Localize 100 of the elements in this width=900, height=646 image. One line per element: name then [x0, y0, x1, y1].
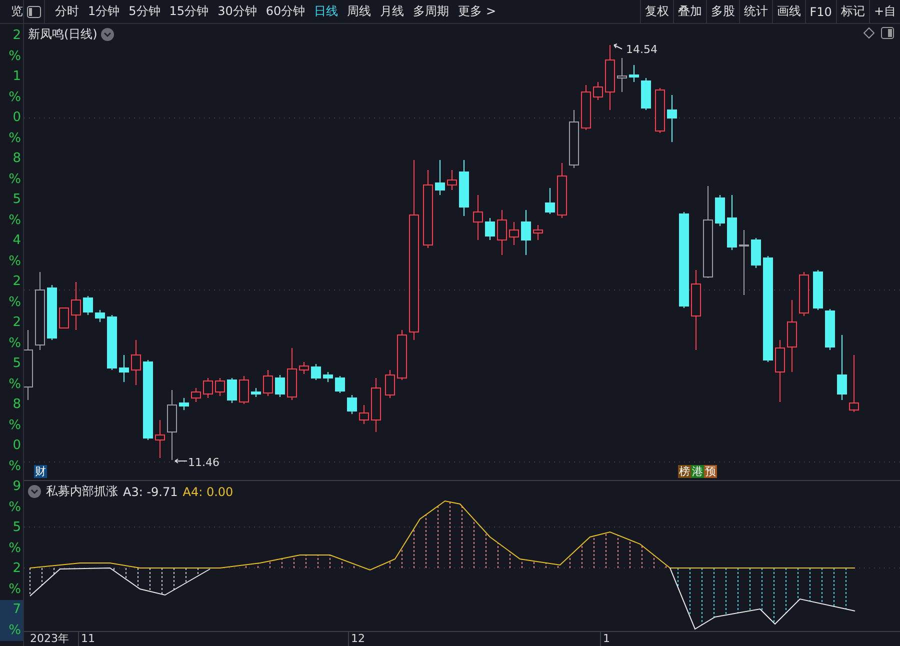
candlestick [347, 394, 357, 414]
candlestick [739, 230, 749, 296]
candlestick [287, 348, 297, 400]
event-badge[interactable]: 榜 [678, 465, 691, 478]
period-tab[interactable]: 5分钟 [124, 3, 164, 20]
toolbar-button[interactable]: 画线 [772, 0, 805, 23]
candlestick [167, 390, 177, 460]
toolbar-button[interactable]: 统计 [738, 0, 772, 23]
period-tab[interactable]: 周线 [343, 3, 376, 20]
period-tab[interactable]: 30分钟 [214, 3, 261, 20]
candlestick [727, 194, 737, 250]
axis-label: 9 [12, 478, 22, 496]
candlestick [509, 222, 519, 246]
diamond-icon[interactable] [863, 27, 875, 39]
candlestick [667, 94, 677, 142]
candlestick [581, 84, 591, 130]
event-badge[interactable]: 预 [704, 465, 717, 478]
candlestick [275, 374, 285, 398]
month-label: 11 [78, 632, 95, 646]
panel-toggle-icon[interactable] [881, 27, 894, 39]
axis-label: 7 [12, 601, 22, 619]
axis-label: % [8, 334, 22, 352]
axis-label: % [8, 294, 22, 312]
candlestick [95, 310, 105, 322]
toolbar-button[interactable]: 多股 [706, 0, 739, 23]
finance-badge[interactable]: 财 [34, 465, 47, 478]
candlestick [263, 370, 273, 396]
axis-label: % [8, 540, 22, 558]
period-tab[interactable]: 15分钟 [165, 3, 213, 20]
toolbar-button[interactable]: F10 [804, 0, 836, 23]
toolbar-button[interactable]: +自 [868, 0, 900, 23]
axis-label: % [8, 622, 22, 640]
candlestick [179, 398, 189, 410]
candlestick [371, 378, 381, 432]
candlestick [299, 362, 309, 374]
toolbar-label: 览 [0, 0, 24, 24]
candlestick [533, 224, 543, 240]
axis-label: 2 [12, 314, 22, 332]
month-label: 12 [348, 632, 365, 646]
period-tab[interactable]: 多周期 [409, 3, 454, 20]
candlestick [569, 110, 579, 168]
high-price-label: 14.54 [626, 43, 658, 56]
candlestick [799, 272, 809, 316]
candlestick [435, 160, 445, 196]
period-tab[interactable]: 1分钟 [84, 3, 124, 20]
axis-label: % [8, 376, 22, 394]
candlestick [655, 88, 665, 134]
candlestick [131, 340, 141, 386]
candlestick [459, 160, 469, 216]
candlestick [107, 314, 117, 370]
candlestick [119, 354, 129, 382]
toolbar-button[interactable]: 叠加 [672, 0, 706, 23]
axis-label: 2 [12, 560, 22, 578]
axis-label: 5 [12, 191, 22, 209]
axis-label: % [8, 498, 22, 516]
candlestick [359, 404, 369, 424]
axis-label: 4 [12, 232, 22, 250]
axis-label: % [8, 130, 22, 148]
candlestick [557, 162, 567, 218]
chart-title: 新凤鸣(日线) [28, 26, 98, 43]
candlestick [447, 170, 457, 190]
candlestick [397, 330, 407, 380]
candlestick [251, 388, 261, 398]
dropdown-icon[interactable] [101, 28, 114, 41]
candlestick [641, 78, 651, 110]
candlestick [849, 354, 859, 412]
indicator-value: A3: -9.71 [123, 484, 178, 498]
period-tab[interactable]: 分时 [51, 3, 83, 20]
axis-label: % [8, 580, 22, 598]
more-menu[interactable]: 更多 > [454, 3, 500, 20]
candlestick [71, 282, 81, 330]
period-tab[interactable]: 60分钟 [262, 3, 310, 20]
candlestick [59, 308, 69, 328]
axis-label: 8 [12, 396, 22, 414]
candlestick [155, 420, 165, 458]
toolbar-button[interactable]: 复权 [640, 0, 673, 23]
candlestick [825, 308, 835, 350]
period-tab[interactable]: 日线 [310, 3, 342, 20]
dropdown-icon[interactable] [28, 485, 41, 498]
indicator-name: 私募内部抓涨 [46, 483, 118, 500]
candlestick [715, 194, 725, 226]
axis-label: 0 [12, 437, 22, 455]
period-tab[interactable]: 月线 [376, 3, 408, 20]
candlestick [83, 296, 93, 316]
month-label: 1 [600, 632, 610, 646]
candlestick [47, 284, 57, 340]
candlestick [605, 44, 615, 110]
candlestick [837, 334, 847, 400]
candlestick [751, 238, 761, 268]
axis-label: % [8, 252, 22, 270]
candlestick [775, 340, 785, 402]
toolbar-button[interactable]: 标记 [836, 0, 869, 23]
candlestick [239, 376, 249, 404]
low-price-label: 11.46 [188, 456, 220, 469]
sidebar-toggle-icon[interactable] [24, 0, 45, 23]
axis-label: 5 [12, 519, 22, 537]
axis-label: 8 [12, 150, 22, 168]
arrow-icon [614, 44, 622, 50]
event-badge[interactable]: 港 [691, 465, 704, 478]
axis-label: 0 [12, 109, 22, 127]
